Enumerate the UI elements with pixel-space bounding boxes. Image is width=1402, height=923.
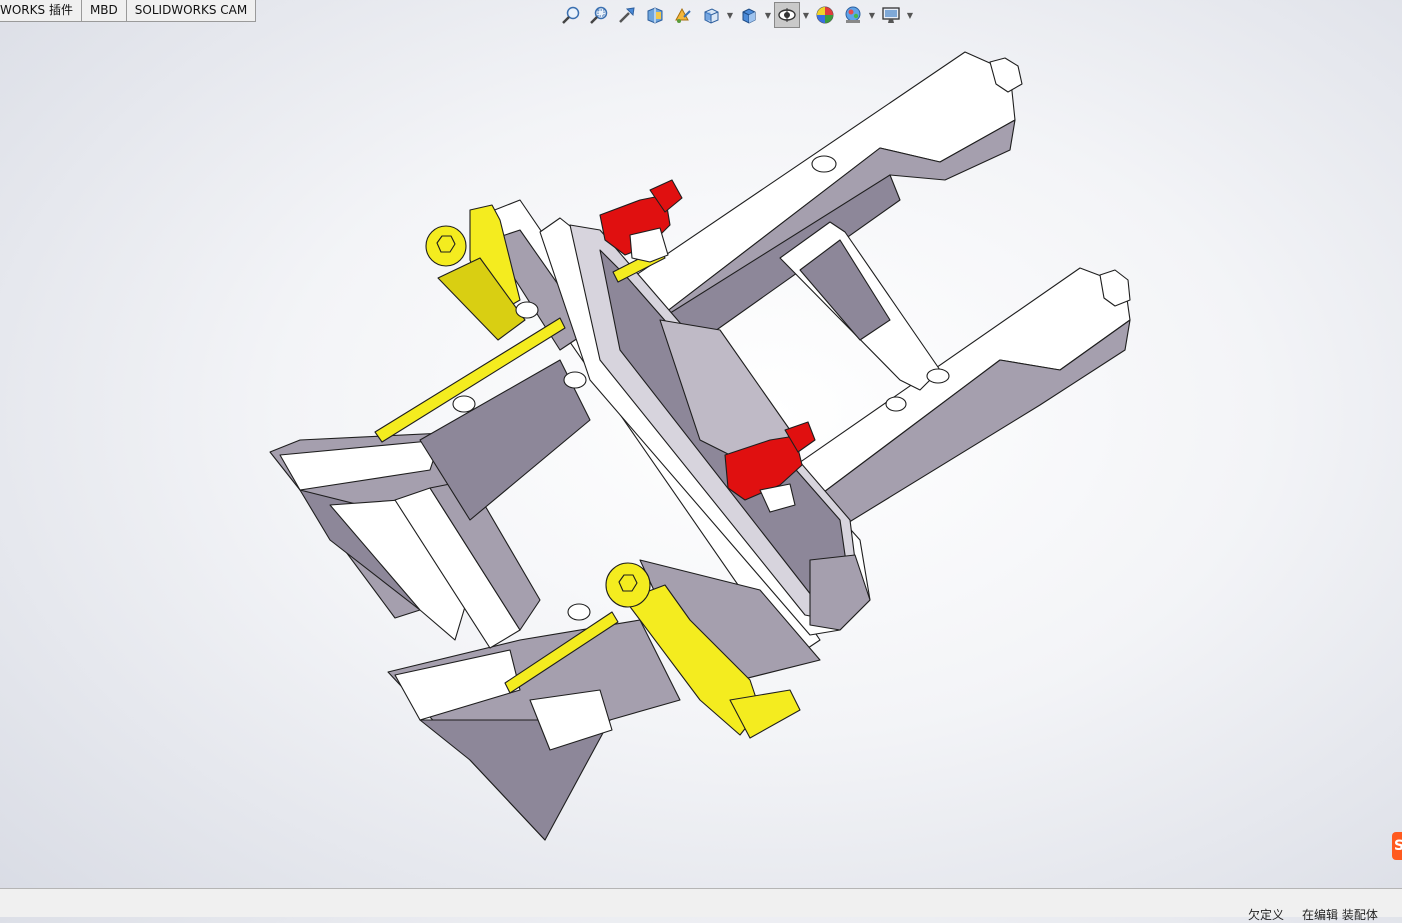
- cross-link-upper: [779, 221, 941, 391]
- status-bar: 欠定义 在编辑 装配体: [0, 888, 1402, 922]
- view-settings-dropdown-icon[interactable]: ▼: [906, 3, 914, 27]
- apply-scene-icon[interactable]: [840, 2, 866, 28]
- zoom-to-fit-icon[interactable]: [558, 2, 584, 28]
- apply-scene-dropdown-icon[interactable]: ▼: [868, 3, 876, 27]
- dynamic-annotation-icon[interactable]: [670, 2, 696, 28]
- status-editing-mode: 在编辑 装配体: [1302, 908, 1378, 922]
- view-orientation-dropdown-icon[interactable]: ▼: [726, 3, 734, 27]
- section-view-icon[interactable]: [642, 2, 668, 28]
- view-settings-icon[interactable]: [878, 2, 904, 28]
- tab-solidworks-cam[interactable]: SOLIDWORKS CAM: [125, 0, 257, 22]
- zoom-area-icon[interactable]: [586, 2, 612, 28]
- previous-view-icon[interactable]: [614, 2, 640, 28]
- heads-up-view-toolbar: ▼ ▼ ▼ ▼ ▼: [558, 2, 914, 28]
- graphics-area[interactable]: [0, 28, 1402, 886]
- tab-solidworks-addins[interactable]: WORKS 插件: [0, 0, 82, 22]
- hide-show-items-icon[interactable]: [774, 2, 800, 28]
- edit-appearance-icon[interactable]: [812, 2, 838, 28]
- display-style-icon[interactable]: [736, 2, 762, 28]
- task-pane-tab[interactable]: S: [1392, 832, 1402, 860]
- command-manager-tabs: WORKS 插件 MBD SOLIDWORKS CAM: [0, 0, 257, 22]
- status-definition: 欠定义: [1248, 908, 1285, 922]
- display-style-dropdown-icon[interactable]: ▼: [764, 3, 772, 27]
- assembly-model[interactable]: [0, 28, 1402, 886]
- lower-bracket-right: [387, 619, 681, 841]
- view-orientation-icon[interactable]: [698, 2, 724, 28]
- tab-mbd[interactable]: MBD: [80, 0, 127, 22]
- hide-show-dropdown-icon[interactable]: ▼: [802, 3, 810, 27]
